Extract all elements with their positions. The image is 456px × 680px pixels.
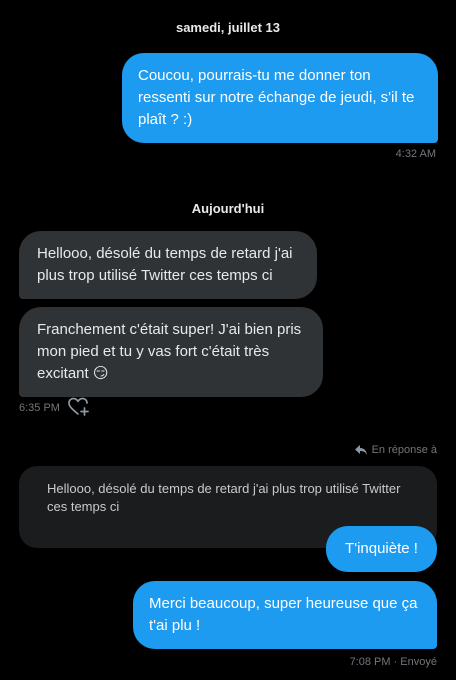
message-outgoing-2[interactable]: T'inquiète ! — [326, 526, 437, 572]
reply-arrow-icon — [354, 444, 368, 456]
reply-context-label: En réponse à — [371, 444, 437, 456]
message-incoming-1[interactable]: Hellooo, désolé du temps de retard j'ai … — [19, 231, 317, 299]
message-outgoing-3[interactable]: Merci beaucoup, super heureuse que ça t'… — [133, 581, 437, 649]
message-timestamp: 6:35 PM — [19, 402, 60, 414]
message-incoming-2[interactable]: Franchement c'était super! J'ai bien pri… — [19, 307, 323, 397]
message-outgoing-1[interactable]: Coucou, pourrais-tu me donner ton ressen… — [122, 53, 438, 143]
reply-context: En réponse à — [354, 444, 437, 456]
message-status: 7:08 PM · Envoyé — [349, 656, 437, 668]
heart-plus-icon[interactable] — [68, 397, 90, 417]
message-timestamp: 4:32 AM — [395, 148, 436, 160]
date-separator-today: Aujourd'hui — [191, 201, 265, 216]
date-separator-saturday: samedi, juillet 13 — [175, 20, 281, 35]
